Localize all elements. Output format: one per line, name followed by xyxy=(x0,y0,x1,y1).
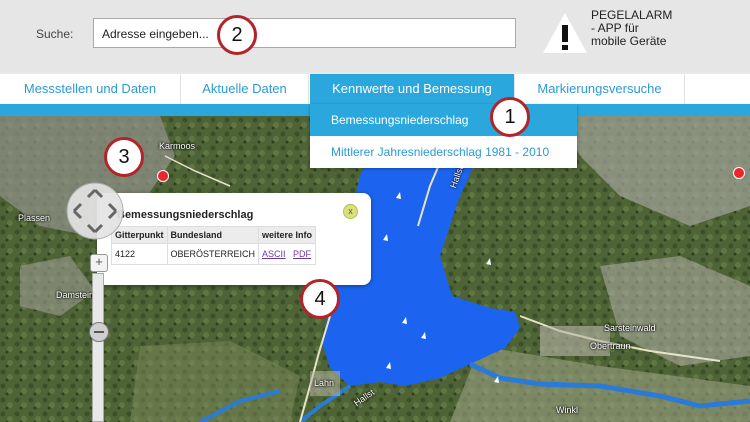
map-label-winkl: Winkl xyxy=(556,405,578,415)
ascii-link[interactable]: ASCII xyxy=(262,249,286,259)
column-header: Bundesland xyxy=(166,226,260,244)
table-header-row: Gitterpunkt Bundesland weitere Info xyxy=(111,226,317,244)
main-nav: Messstellen und Daten Aktuelle Daten Ken… xyxy=(0,74,750,104)
map-label-lahn: Lahn xyxy=(314,378,335,388)
search-label: Suche: xyxy=(36,27,74,41)
annotation-badge-1: 1 xyxy=(490,97,530,137)
pegelalarm-app-link[interactable]: PEGELALARM - APP für mobile Geräte xyxy=(541,9,741,59)
tab-messstellen[interactable]: Messstellen und Daten xyxy=(0,74,181,104)
map-label-obertraun: Obertraun xyxy=(590,341,631,351)
map-label-karmoos: Karmoos xyxy=(159,141,196,151)
cell-links: ASCII PDF xyxy=(258,243,317,265)
column-header: weitere Info xyxy=(258,226,317,244)
map-label-damstein: Damstein xyxy=(56,290,95,300)
zoom-slider-track[interactable] xyxy=(92,273,104,422)
map-label-sarsteinwald: Sarsteinwald xyxy=(604,323,656,333)
warning-icon xyxy=(543,13,587,53)
tab-kennwerte[interactable]: Kennwerte und Bemessung xyxy=(310,74,515,104)
cell-bundesland: OBERÖSTERREICH xyxy=(166,243,260,265)
annotation-badge-2: 2 xyxy=(217,15,257,55)
pdf-link[interactable]: PDF xyxy=(293,249,311,259)
pegelalarm-text: PEGELALARM - APP für mobile Geräte xyxy=(591,9,711,48)
popup-title: Bemessungsniederschlag xyxy=(117,209,254,221)
map-marker-right[interactable] xyxy=(733,167,745,179)
map-marker[interactable] xyxy=(157,170,169,182)
alarm-line-3: mobile Geräte xyxy=(591,34,667,48)
tab-markierungsversuche[interactable]: Markierungsversuche xyxy=(515,74,685,104)
menu-item-jahresniederschlag[interactable]: Mittlerer Jahresniederschlag 1981 - 2010 xyxy=(310,136,577,168)
menu-item-bemessungsniederschlag[interactable]: Bemessungsniederschlag xyxy=(310,104,577,136)
popup-table: Gitterpunkt Bundesland weitere Info 4122… xyxy=(111,226,317,265)
zoom-in-button[interactable]: + xyxy=(90,254,108,272)
cell-gitterpunkt: 4122 xyxy=(111,243,168,265)
search-input[interactable]: Adresse eingeben... xyxy=(93,18,516,48)
kennwerte-dropdown: Bemessungsniederschlag Mittlerer Jahresn… xyxy=(310,104,577,168)
map-label-plassen: Plassen xyxy=(18,213,51,223)
pan-control[interactable] xyxy=(64,180,126,242)
zoom-slider-handle[interactable] xyxy=(89,322,109,342)
close-icon[interactable]: x xyxy=(343,204,358,219)
tab-aktuelle-daten[interactable]: Aktuelle Daten xyxy=(181,74,309,104)
header: Suche: Adresse eingeben... PEGELALARM - … xyxy=(0,0,750,72)
table-row: 4122 OBERÖSTERREICH ASCII PDF xyxy=(111,243,317,265)
annotation-badge-3: 3 xyxy=(104,137,144,177)
annotation-badge-4: 4 xyxy=(300,279,340,319)
info-popup: Bemessungsniederschlag x Gitterpunkt Bun… xyxy=(97,193,371,285)
